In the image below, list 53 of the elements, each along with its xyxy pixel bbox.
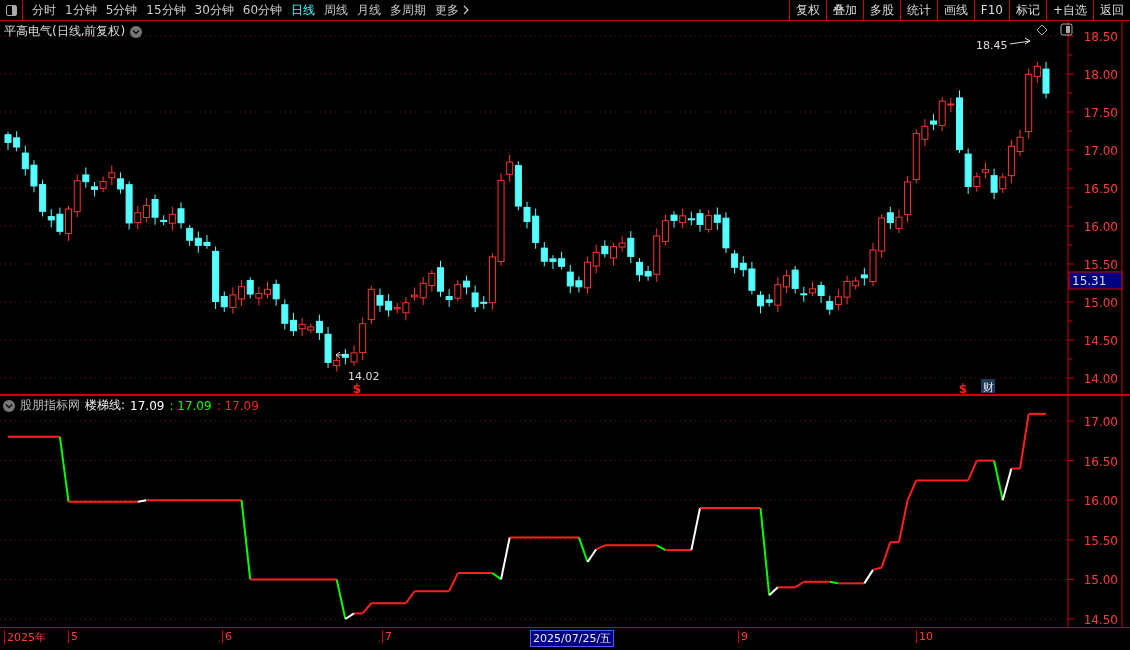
- axis-label: 17.00: [1083, 144, 1118, 158]
- indicator-source: 股朋指标网: [20, 397, 80, 414]
- dividend-marker[interactable]: $: [352, 382, 362, 394]
- date-label: 7: [382, 630, 394, 643]
- low-price-arrow: [335, 351, 347, 359]
- period-tab[interactable]: 多周期: [390, 1, 427, 19]
- date-label: 10: [916, 630, 935, 643]
- period-tab[interactable]: 1分钟: [65, 1, 97, 19]
- indicator-value: : 17.09: [216, 398, 259, 413]
- period-tab[interactable]: 5分钟: [105, 1, 138, 19]
- date-label: 2025年: [4, 630, 48, 645]
- axis-label: 16.50: [1083, 454, 1118, 469]
- axis-label: 16.00: [1083, 494, 1118, 509]
- axis-label: 15.00: [1083, 573, 1118, 588]
- dropdown-icon[interactable]: [130, 25, 143, 38]
- axis-label: 14.50: [1083, 334, 1118, 348]
- date-label: 2025/07/25/五: [530, 630, 615, 647]
- axis-label: 18.00: [1083, 68, 1118, 82]
- indicator-name: 楼梯线:: [85, 397, 126, 414]
- more-menu[interactable]: 更多: [435, 1, 470, 19]
- low-price-label: 14.02: [348, 370, 380, 383]
- dropdown-icon[interactable]: [3, 399, 15, 412]
- axis-label: 15.50: [1083, 258, 1118, 272]
- period-tab[interactable]: 日线: [291, 1, 316, 19]
- axis-label: 17.50: [1083, 106, 1118, 120]
- indicator-value: : 17.09: [169, 398, 212, 413]
- date-label: 9: [738, 630, 750, 643]
- date-label: 5: [68, 630, 80, 643]
- period-tab[interactable]: 分时: [32, 1, 56, 19]
- axis-label: 18.50: [1083, 30, 1118, 44]
- date-label: 6: [222, 630, 234, 643]
- high-price-arrow: [1009, 37, 1031, 45]
- axis-label: 17.00: [1083, 415, 1118, 429]
- period-tab[interactable]: 月线: [357, 1, 382, 19]
- chevron-icon[interactable]: [463, 5, 470, 15]
- axis-label: 16.50: [1083, 182, 1118, 196]
- dividend-marker[interactable]: $: [958, 382, 968, 394]
- axis-label: 14.00: [1083, 372, 1118, 386]
- period-tab[interactable]: 60分钟: [242, 1, 283, 19]
- axis-label: 15.50: [1083, 533, 1118, 548]
- indicator-value: 17.09: [130, 398, 165, 413]
- axis-label: 15.00: [1083, 296, 1118, 310]
- period-tab[interactable]: 周线: [324, 1, 349, 19]
- period-tab[interactable]: 30分钟: [194, 1, 234, 19]
- current-price: 15.31: [1072, 274, 1107, 288]
- diamond-icon[interactable]: [1036, 24, 1048, 36]
- report-marker[interactable]: 财: [981, 379, 995, 394]
- panel-toggle-icon[interactable]: [1060, 23, 1073, 36]
- axis-label: 16.00: [1083, 220, 1118, 234]
- high-price-label: 18.45: [976, 39, 1008, 52]
- axis-label: 14.50: [1083, 613, 1118, 627]
- chart-title: 平高电气(日线,前复权): [4, 23, 126, 40]
- period-tab[interactable]: 15分钟: [146, 1, 186, 19]
